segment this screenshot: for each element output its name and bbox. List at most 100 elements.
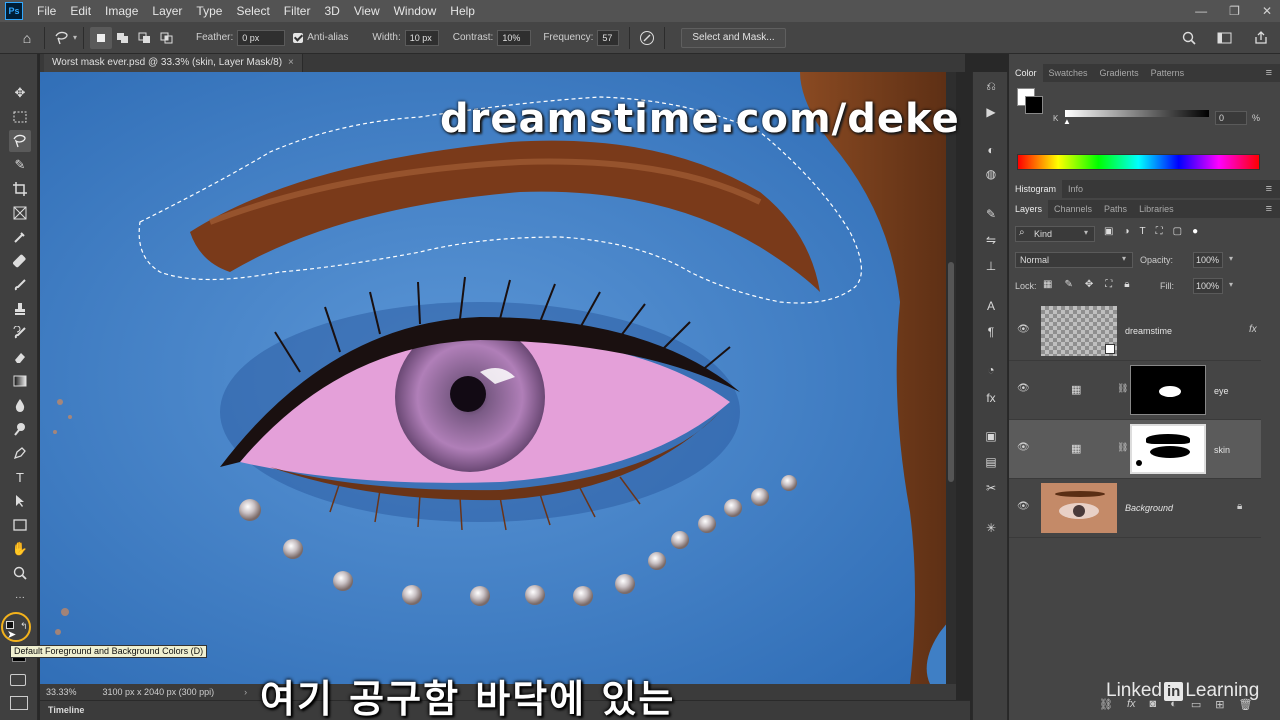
tab-patterns[interactable]: Patterns: [1145, 64, 1191, 82]
mask-link-icon[interactable]: ⛓︎: [1117, 442, 1128, 453]
chevron-down-icon[interactable]: ▾: [73, 33, 77, 42]
visibility-eye-icon[interactable]: 👁︎: [1017, 501, 1031, 512]
restore-icon[interactable]: ❐: [1229, 4, 1240, 18]
tab-gradients[interactable]: Gradients: [1094, 64, 1145, 82]
clone-stamp-tool-icon[interactable]: [9, 298, 31, 320]
tab-histogram[interactable]: Histogram: [1009, 180, 1063, 198]
layer-row-eye[interactable]: 👁︎ ▦ ⛓︎ eye: [1009, 361, 1261, 420]
color-spectrum[interactable]: [1017, 154, 1260, 170]
zoom-level[interactable]: 33.33%: [46, 687, 77, 697]
tab-layers[interactable]: Layers: [1009, 200, 1049, 218]
menu-image[interactable]: Image: [98, 0, 145, 22]
panel-menu-icon[interactable]: ≡: [1266, 64, 1272, 82]
history-panel-icon[interactable]: ⎌: [980, 76, 1002, 96]
layer-filter-select[interactable]: Kind: [1015, 226, 1095, 242]
layer-name[interactable]: skin: [1214, 445, 1230, 455]
visibility-eye-icon[interactable]: 👁︎: [1017, 442, 1031, 453]
layer-row-background[interactable]: 👁︎ Background 🔒︎: [1009, 479, 1261, 538]
contrast-input[interactable]: 10%: [497, 29, 532, 46]
k-slider-track[interactable]: [1065, 110, 1209, 117]
styles-panel-icon[interactable]: ◍: [980, 164, 1002, 184]
tool-presets-icon[interactable]: ✂: [980, 478, 1002, 498]
group-folder-icon[interactable]: ▦: [1071, 442, 1081, 455]
chevron-down-icon[interactable]: ▾: [1229, 254, 1233, 263]
character-panel-icon[interactable]: A: [980, 296, 1002, 316]
document-canvas[interactable]: [40, 72, 956, 684]
lock-pixels-icon[interactable]: ✎: [1064, 279, 1072, 290]
new-selection-icon[interactable]: [90, 26, 113, 49]
select-and-mask-button[interactable]: Select and Mask...: [681, 27, 786, 48]
k-value-input[interactable]: 0: [1215, 111, 1247, 125]
subtract-selection-icon[interactable]: [134, 27, 156, 49]
scrollbar-thumb[interactable]: [948, 262, 954, 482]
panel-menu-icon[interactable]: ≡: [1266, 200, 1272, 218]
chevron-down-icon[interactable]: ▾: [1229, 280, 1233, 289]
clone-source-icon[interactable]: ⊥: [980, 256, 1002, 276]
layer-name[interactable]: dreamstime: [1125, 326, 1172, 336]
menu-file[interactable]: File: [30, 0, 63, 22]
rectangle-tool-icon[interactable]: [9, 514, 31, 536]
visibility-eye-icon[interactable]: 👁︎: [1017, 383, 1031, 394]
dodge-tool-icon[interactable]: [9, 418, 31, 440]
type-tool-icon[interactable]: T: [9, 466, 31, 488]
menu-type[interactable]: Type: [189, 0, 229, 22]
add-selection-icon[interactable]: [112, 27, 134, 49]
zoom-tool-icon[interactable]: [9, 562, 31, 584]
marquee-tool-icon[interactable]: [9, 106, 31, 128]
document-info[interactable]: 3100 px x 2040 px (300 ppi): [103, 687, 215, 697]
menu-filter[interactable]: Filter: [277, 0, 318, 22]
layer-effects-icon[interactable]: fx: [1249, 324, 1257, 335]
k-slider-handle[interactable]: ▲: [1063, 117, 1071, 126]
group-folder-icon[interactable]: ▦: [1071, 383, 1081, 396]
menu-3d[interactable]: 3D: [317, 0, 346, 22]
eraser-tool-icon[interactable]: [9, 346, 31, 368]
filter-adjustment-icon[interactable]: ◑: [1123, 226, 1129, 237]
menu-view[interactable]: View: [347, 0, 387, 22]
tab-color[interactable]: Color: [1009, 64, 1043, 82]
lock-icon[interactable]: 🔒︎: [1237, 501, 1242, 512]
3d-panel-icon[interactable]: ✳: [980, 518, 1002, 538]
width-input[interactable]: 10 px: [404, 29, 439, 46]
filter-smart-object-icon[interactable]: ▢: [1173, 226, 1182, 237]
libraries-panel-icon[interactable]: ▣: [980, 426, 1002, 446]
actions-panel-icon[interactable]: ▶: [980, 102, 1002, 122]
screen-mode-icon[interactable]: [10, 696, 28, 710]
tab-info[interactable]: Info: [1062, 180, 1089, 198]
filter-shape-icon[interactable]: ⛶: [1156, 226, 1163, 237]
tab-swatches[interactable]: Swatches: [1043, 64, 1094, 82]
panel-menu-icon[interactable]: ≡: [1266, 180, 1272, 198]
crop-tool-icon[interactable]: [9, 178, 31, 200]
intersect-selection-icon[interactable]: [156, 27, 178, 49]
opacity-input[interactable]: 100%: [1193, 252, 1223, 268]
frame-tool-icon[interactable]: [9, 202, 31, 224]
lasso-tool-icon[interactable]: [9, 130, 31, 152]
glyphs-panel-icon[interactable]: fx: [980, 388, 1002, 408]
chevron-right-icon[interactable]: ›: [244, 687, 247, 697]
filter-pixel-icon[interactable]: ▣: [1104, 226, 1113, 237]
move-tool-icon[interactable]: ✥: [9, 82, 31, 104]
fill-input[interactable]: 100%: [1193, 278, 1223, 294]
hand-tool-icon[interactable]: ✋: [9, 538, 31, 560]
layer-mask-thumbnail[interactable]: [1130, 424, 1206, 474]
filter-toggle-icon[interactable]: ●: [1192, 226, 1198, 237]
workspace-icon[interactable]: [1214, 27, 1236, 49]
layer-name[interactable]: Background: [1125, 503, 1173, 513]
lock-position-icon[interactable]: ✥: [1085, 279, 1093, 290]
vertical-scrollbar[interactable]: [946, 72, 956, 684]
magic-wand-tool-icon[interactable]: ✎: [9, 154, 31, 176]
feather-input[interactable]: 0 px: [237, 29, 286, 46]
history-brush-tool-icon[interactable]: [9, 322, 31, 344]
home-icon[interactable]: ⌂: [16, 27, 38, 49]
more-tools-icon[interactable]: ···: [9, 586, 31, 608]
share-icon[interactable]: [1250, 27, 1272, 49]
background-swatch[interactable]: [1025, 96, 1043, 114]
paragraph-panel-icon[interactable]: ¶: [980, 322, 1002, 342]
eyedropper-tool-icon[interactable]: [9, 226, 31, 248]
search-icon[interactable]: [1178, 27, 1200, 49]
brush-settings-icon[interactable]: ✎: [980, 204, 1002, 224]
layer-name[interactable]: eye: [1214, 386, 1229, 396]
quick-mask-icon[interactable]: [10, 674, 26, 686]
properties-panel-icon[interactable]: ◔: [980, 360, 1002, 380]
layer-mask-thumbnail[interactable]: [1130, 365, 1206, 415]
swap-colors-icon[interactable]: ↰: [20, 621, 28, 632]
